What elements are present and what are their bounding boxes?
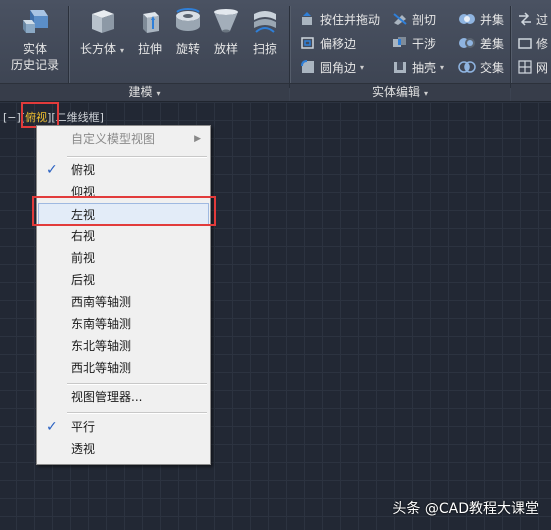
menu-separator [67, 412, 207, 414]
repair-icon [518, 38, 532, 49]
ribbon-cut-item-1[interactable]: 过 [518, 9, 548, 29]
separator [289, 6, 291, 88]
shell-icon [394, 62, 406, 73]
presspull-button[interactable]: 按住并拖动 [300, 9, 380, 29]
watermark: 头条 @CAD教程大课堂 [392, 501, 539, 517]
box-button[interactable]: 长方体 ▾ [78, 6, 126, 84]
check-icon: ✓ [46, 419, 58, 435]
revolve-icon [176, 7, 200, 31]
separator [68, 6, 70, 88]
view-context-menu: 自定义模型视图 ▶ ✓ 俯视 仰视 左视 右视 前视 后视 西南等轴测 东南等轴… [36, 125, 211, 465]
menu-item-parallel[interactable]: ✓ 平行 [38, 416, 209, 438]
menu-separator [67, 156, 207, 158]
ribbon-cut-item-3[interactable]: 网 [518, 57, 548, 77]
separator [510, 6, 512, 88]
fillet-edge-icon [301, 60, 314, 73]
presspull-icon [302, 12, 312, 25]
menu-item-view-manager[interactable]: 视图管理器... [38, 386, 209, 408]
sweep-icon [254, 11, 276, 33]
solid-edit-panel-title[interactable]: 实体编辑 ▾ [290, 83, 510, 101]
menu-item-top[interactable]: ✓ 俯视 [38, 159, 209, 181]
menu-item-back[interactable]: 后视 [38, 269, 209, 291]
slice-icon [393, 13, 407, 25]
menu-item-custom-model-views[interactable]: 自定义模型视图 ▶ [38, 128, 209, 150]
extrude-button[interactable]: 拉伸 [130, 6, 170, 84]
revolve-button[interactable]: 旋转 [172, 6, 204, 84]
solid-history-icon [23, 10, 48, 33]
fillet-edge-button[interactable]: 圆角边 ▾ [300, 57, 364, 77]
ribbon: 实体 历史记录 长方体 ▾ 拉伸 旋转 放样 扫掠 按住并拖动 剖切 并集 偏移… [0, 0, 551, 102]
menu-item-sw-iso[interactable]: 西南等轴测 [38, 291, 209, 313]
interfere-icon [393, 37, 406, 47]
offset-edge-icon [301, 37, 314, 49]
slice-button[interactable]: 剖切 [392, 9, 436, 29]
filter-icon [519, 12, 531, 26]
panel-title-cut [511, 83, 551, 101]
extrude-icon [143, 12, 159, 33]
check-icon: ✓ [46, 162, 58, 178]
mesh-icon [518, 60, 532, 74]
loft-button[interactable]: 放样 [208, 6, 244, 84]
highlight-box-left-view [32, 196, 216, 226]
menu-item-front[interactable]: 前视 [38, 247, 209, 269]
menu-item-se-iso[interactable]: 东南等轴测 [38, 313, 209, 335]
submenu-arrow-icon: ▶ [194, 134, 201, 144]
ribbon-cut-item-2[interactable]: 修 [518, 33, 548, 53]
union-button[interactable]: 并集 [458, 9, 504, 29]
menu-separator [67, 383, 207, 385]
intersect-button[interactable]: 交集 [458, 57, 504, 77]
box-icon [92, 10, 114, 33]
box-label: 长方体 ▾ [79, 42, 125, 56]
union-icon [459, 14, 475, 24]
loft-icon [214, 9, 238, 33]
modeling-panel-title[interactable]: 建模 ▾ [0, 83, 289, 101]
interfere-button[interactable]: 干涉 [392, 33, 436, 53]
shell-button[interactable]: 抽壳 ▾ [392, 57, 444, 77]
subtract-icon [459, 38, 475, 48]
menu-item-perspective[interactable]: 透视 [38, 438, 209, 460]
sweep-button[interactable]: 扫掠 [246, 6, 284, 84]
menu-item-ne-iso[interactable]: 东北等轴测 [38, 335, 209, 357]
subtract-button[interactable]: 差集 [458, 33, 504, 53]
offset-edge-button[interactable]: 偏移边 [300, 33, 356, 53]
menu-item-right[interactable]: 右视 [38, 225, 209, 247]
solid-history-button[interactable]: 实体 历史记录 [6, 6, 64, 84]
intersect-icon [458, 61, 476, 73]
menu-item-nw-iso[interactable]: 西北等轴测 [38, 357, 209, 379]
